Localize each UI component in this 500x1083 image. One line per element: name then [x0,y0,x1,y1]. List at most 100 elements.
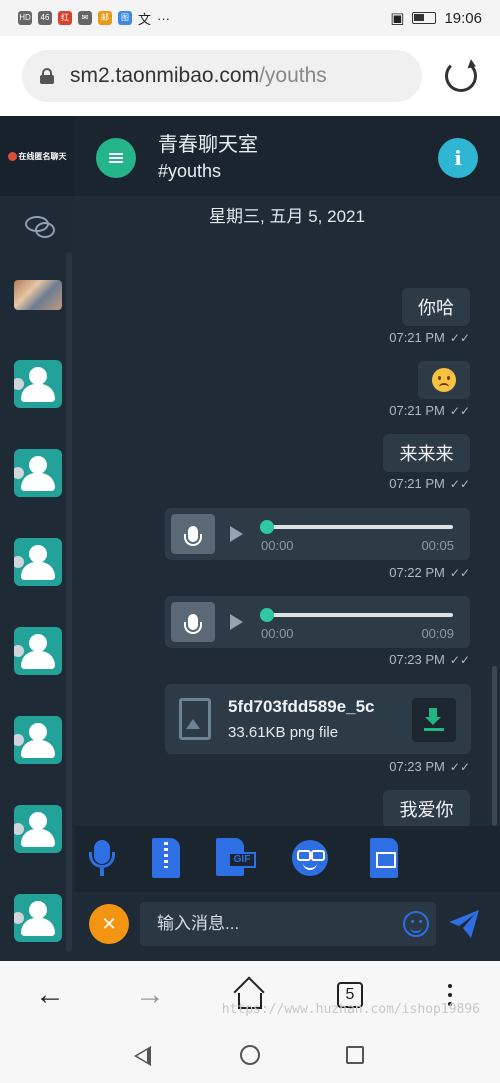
voice-message: 00:00 00:09 [165,596,470,648]
close-attachments-button[interactable]: ✕ [89,904,129,944]
read-check-icon: ✓✓ [449,566,470,580]
chat-header: 青春聊天室 #youths i [74,116,500,196]
logo-icon [7,151,17,161]
file-name: 5fd703fdd589e_5c [228,697,375,716]
audio-progress-track[interactable] [263,525,453,529]
url-path: /youths [259,64,327,87]
group-photo-avatar[interactable] [14,280,62,310]
read-check-icon: ✓✓ [449,477,470,491]
status-indicators: HD 46 红 ✉ 邮 图 文 ··· [18,9,170,28]
user-icon [29,723,47,741]
message-list[interactable]: 星期三, 五月 5, 2021 你哈 07:21 PM ✓✓ 07:21 PM ✓✓… [74,196,500,826]
message-time: 07:23 PM ✓✓ [389,652,470,667]
chats-nav[interactable] [0,196,74,252]
audio-current-time: 00:00 [261,626,294,641]
system-nav-bar [0,1028,500,1083]
status-dot [14,734,24,746]
message-time: 07:23 PM ✓✓ [389,759,470,774]
site-brand-text: 在线匿名聊天 [18,151,67,161]
message-bubble[interactable]: 你哈 [402,288,470,326]
read-check-icon: ✓✓ [449,404,470,418]
info-icon: i [454,146,462,170]
gif-file-icon[interactable]: GIF [216,838,258,878]
user-avatar[interactable] [14,449,62,497]
voice-message: 00:00 00:05 [165,508,470,560]
site-logo[interactable]: 在线匿名聊天 [0,116,74,196]
message-bubble[interactable]: 我爱你 [383,790,470,826]
room-tag: #youths [158,161,222,181]
sad-face-emoji-icon [432,368,456,392]
message-time: 07:22 PM ✓✓ [389,565,470,580]
play-icon[interactable] [230,526,243,542]
microphone-icon [184,614,202,634]
user-icon [29,901,47,919]
audio-duration: 00:09 [421,626,454,641]
nerd-emoji-icon[interactable] [292,840,328,876]
message-bubble[interactable]: 来来来 [383,434,470,472]
address-bar[interactable]: sm2.taonmibao.com/youths [22,50,422,102]
date-separator: 星期三, 五月 5, 2021 [209,207,365,226]
info-button[interactable]: i [438,138,478,178]
status-bar: HD 46 红 ✉ 邮 图 文 ··· ▣ 19:06 [0,0,500,36]
image-file-icon[interactable] [370,838,398,878]
send-button[interactable] [447,908,481,940]
system-back-icon[interactable] [134,1046,151,1066]
message-time: 07:21 PM ✓✓ [389,403,470,418]
watermark: https://www.huzhan.com/ishop19896 [221,1002,480,1017]
gallery-app-icon: 图 [118,11,132,25]
status-dot [14,467,24,479]
message-input[interactable] [140,902,436,946]
message-text: 来来来 [399,444,454,464]
room-title: 青春聊天室 [158,134,258,156]
message-text: 你哈 [418,298,454,318]
image-file-icon [179,698,211,740]
system-recents-icon[interactable] [346,1046,364,1064]
email-app-icon: 邮 [98,11,112,25]
audio-duration: 00:05 [421,538,454,553]
status-dot [14,912,24,924]
voice-mic-badge [171,514,215,554]
user-avatar[interactable] [14,894,62,942]
user-avatar[interactable] [14,627,62,675]
download-button[interactable] [412,698,456,742]
voice-record-button[interactable] [88,838,116,878]
status-dot [14,645,24,657]
more-notifications-icon: ··· [157,10,171,26]
forward-arrow-icon[interactable]: → [130,975,170,1015]
message-time: 07:21 PM ✓✓ [389,476,470,491]
close-icon: ✕ [101,913,117,934]
audio-seek-handle[interactable] [260,608,274,622]
sidebar: 在线匿名聊天 [0,116,74,961]
message-text: 我爱你 [399,800,454,820]
audio-progress-track[interactable] [263,613,453,617]
user-avatar[interactable] [14,538,62,586]
status-dot [14,823,24,835]
user-avatar[interactable] [14,805,62,853]
back-arrow-icon[interactable]: ← [30,975,70,1015]
file-message: 5fd703fdd589e_5c 33.61KB png file [165,684,471,754]
read-check-icon: ✓✓ [449,760,470,774]
file-size: 33.61KB png file [228,724,339,741]
menu-button[interactable] [96,138,136,178]
read-check-icon: ✓✓ [449,653,470,667]
message-time: 07:21 PM ✓✓ [389,330,470,345]
user-avatar[interactable] [14,360,62,408]
user-avatar[interactable] [14,716,62,764]
signal-indicator: 46 [38,11,52,25]
app-notification-icon: 红 [58,11,72,25]
audio-seek-handle[interactable] [260,520,274,534]
attachment-toolbar: GIF [74,826,500,892]
hamburger-icon [109,157,123,159]
message-bubble[interactable] [418,361,470,399]
lock-icon [40,68,54,84]
sidebar-scrollbar[interactable] [66,252,72,952]
user-icon [29,367,47,385]
messages-scrollbar[interactable] [492,666,497,826]
system-home-icon[interactable] [240,1045,260,1065]
zip-file-icon[interactable] [152,838,180,878]
play-icon[interactable] [230,614,243,630]
browser-toolbar: ← → 5 https://www.huzhan.com/ishop19896 [0,961,500,1028]
smiley-icon[interactable] [403,911,429,937]
text-app-icon: 文 [138,11,152,27]
reload-icon[interactable] [445,60,477,92]
